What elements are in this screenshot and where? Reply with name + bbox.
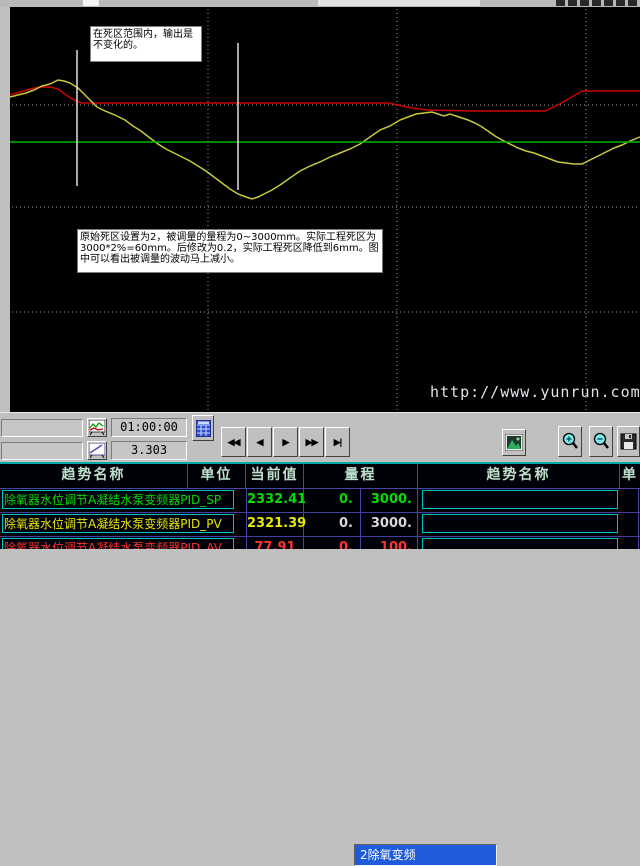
- zoom-in-icon: [561, 432, 579, 451]
- trend-name-cell-2[interactable]: [422, 538, 618, 549]
- fast-forward-button[interactable]: ▶▶: [299, 427, 324, 457]
- trend-table-header: 趋势名称 单位 当前值 量程 趋势名称 单位: [0, 464, 640, 489]
- edge-segment: [556, 0, 565, 6]
- edge-segment: [604, 0, 613, 6]
- trend-table-rows: 除氧器水位调节A凝结水泵变频器PID_SP 2332.41 0. 3000. 除…: [0, 489, 640, 549]
- play-button[interactable]: ▶: [273, 427, 298, 457]
- range-low-cell: 0.: [304, 537, 361, 549]
- status-field-top: [1, 419, 83, 437]
- save-button[interactable]: [617, 426, 640, 457]
- edge-segment: [580, 0, 589, 6]
- trend-curves-svg: [10, 7, 640, 412]
- trend-name-cell[interactable]: 除氧器水位调节A凝结水泵变频器PID_AV: [2, 538, 234, 549]
- unit-cell-2: [620, 489, 639, 512]
- edge-segment: [83, 0, 99, 6]
- range-high-cell: 100.: [361, 537, 418, 549]
- time-span-field[interactable]: 01:00:00: [111, 418, 187, 437]
- header-range: 量程: [304, 464, 418, 488]
- snapshot-button[interactable]: [502, 429, 526, 456]
- range-low-cell: 0.: [304, 489, 361, 512]
- scale-view-button[interactable]: [87, 441, 107, 460]
- trend-table: 趋势名称 单位 当前值 量程 趋势名称 单位 除氧器水位调节A凝结水泵变频器PI…: [0, 462, 640, 549]
- playback-controls: ◀◀ ◀ ▶ ▶▶ ▶|: [219, 425, 353, 459]
- range-high-cell: 3000.: [361, 489, 418, 512]
- range-low-cell: 0.: [304, 513, 361, 536]
- trend-chart-icon: [89, 420, 105, 435]
- step-back-button[interactable]: ◀: [247, 427, 272, 457]
- go-to-end-button[interactable]: ▶|: [325, 427, 350, 457]
- keypad-icon: [196, 420, 211, 437]
- table-row: 除氧器水位调节A凝结水泵变频器PID_AV 77.91 0. 100.: [0, 537, 640, 549]
- curve-PID_SP: [10, 87, 640, 111]
- toolbar: 01:00:00 3.303 ◀◀ ◀ ▶ ▶▶ ▶| 2除氧变频: [0, 412, 640, 463]
- header-current-value: 当前值: [246, 464, 304, 488]
- edge-segment: [628, 0, 637, 6]
- trend-group-combo[interactable]: 2除氧变频: [354, 844, 497, 866]
- trend-group-combo-value: 2除氧变频: [360, 848, 416, 862]
- rewind-button[interactable]: ◀◀: [221, 427, 246, 457]
- header-trend-name-2: 趋势名称: [418, 464, 620, 488]
- trend-name-cell-2[interactable]: [422, 514, 618, 533]
- window-top-edge: [0, 0, 640, 7]
- current-value-cell: 2321.39: [246, 513, 304, 536]
- header-unit-2: 单位: [620, 464, 640, 488]
- table-row: 除氧器水位调节A凝结水泵变频器PID_SP 2332.41 0. 3000.: [0, 489, 640, 513]
- table-row: 除氧器水位调节A凝结水泵变频器PID_PV 2321.39 0. 3000.: [0, 513, 640, 537]
- zoom-out-button[interactable]: [589, 426, 613, 457]
- current-value-cell: 2332.41: [246, 489, 304, 512]
- trend-name-cell[interactable]: 除氧器水位调节A凝结水泵变频器PID_SP: [2, 490, 234, 509]
- annotation-deadband-detail: 原始死区设置为2，被调量的量程为0~3000mm。实际工程死区为3000*2%=…: [77, 229, 383, 273]
- current-value-cell: 77.91: [246, 537, 304, 549]
- unit-cell-2: [620, 537, 639, 549]
- annotation-deadband-note: 在死区范围内，输出是不变化的。: [90, 26, 202, 62]
- unit-cell-2: [620, 513, 639, 536]
- trend-chart-panel: 在死区范围内，输出是不变化的。 原始死区设置为2，被调量的量程为0~3000mm…: [10, 7, 640, 412]
- edge-segment: [318, 0, 480, 6]
- trend-name-cell[interactable]: 除氧器水位调节A凝结水泵变频器PID_PV: [2, 514, 234, 533]
- edge-segment: [616, 0, 625, 6]
- picture-icon: [505, 434, 523, 451]
- edge-segment: [568, 0, 577, 6]
- interval-field[interactable]: 3.303: [111, 441, 187, 460]
- edge-segment: [592, 0, 601, 6]
- header-trend-name: 趋势名称: [0, 464, 188, 488]
- scale-line-icon: [89, 443, 105, 458]
- zoom-out-icon: [592, 432, 610, 451]
- trend-name-cell-2[interactable]: [422, 490, 618, 509]
- header-unit: 单位: [188, 464, 246, 488]
- trend-view-button[interactable]: [87, 418, 107, 437]
- curve-PID_PV: [10, 80, 640, 199]
- range-high-cell: 3000.: [361, 513, 418, 536]
- status-field-bottom: [1, 442, 83, 460]
- save-floppy-icon: [620, 433, 637, 450]
- watermark-url: http://www.yunrun.com.cn: [430, 383, 640, 401]
- keypad-button[interactable]: [192, 415, 214, 441]
- zoom-in-button[interactable]: [558, 426, 582, 457]
